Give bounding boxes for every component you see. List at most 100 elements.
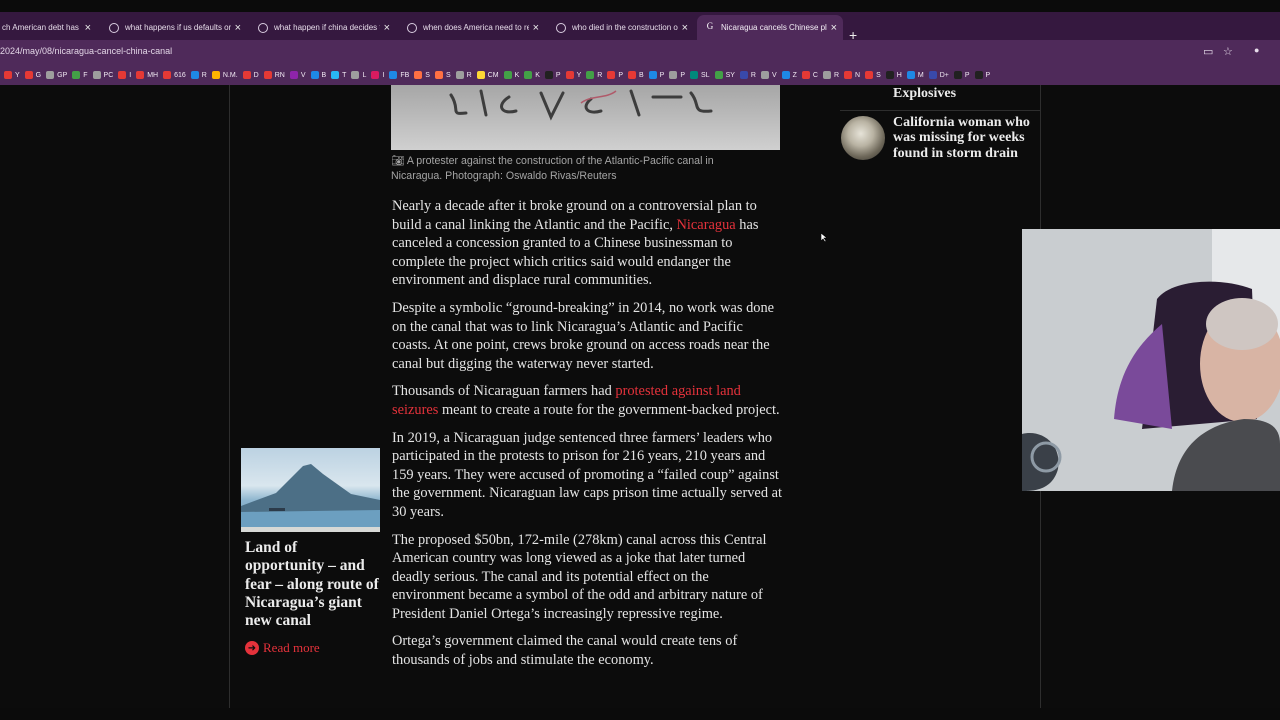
bookmark-favicon-icon <box>953 71 962 79</box>
close-tab-icon[interactable]: × <box>235 22 241 34</box>
bookmark-item[interactable]: M <box>906 71 924 79</box>
bookmark-favicon-icon <box>136 71 145 79</box>
bookmark-item[interactable]: T <box>331 71 346 79</box>
bookmark-item[interactable]: S <box>434 71 451 79</box>
bookmark-favicon-icon <box>190 71 199 79</box>
bookmark-item[interactable]: R <box>455 71 472 79</box>
bookmark-item[interactable]: F <box>72 71 88 79</box>
close-tab-icon[interactable]: × <box>831 22 837 34</box>
bookmark-item[interactable]: R <box>739 71 756 79</box>
bookmark-favicon-icon <box>627 71 636 79</box>
bookmark-item[interactable]: MH <box>136 71 158 79</box>
bookmark-favicon-icon <box>690 71 698 79</box>
profile-icon[interactable]: ● <box>1254 45 1259 55</box>
bookmark-item[interactable]: B <box>627 71 644 79</box>
bookmark-item[interactable]: RN <box>263 71 285 79</box>
bookmark-item[interactable]: V <box>760 71 777 79</box>
bookmark-item[interactable]: SY <box>714 71 735 79</box>
bookmark-item[interactable]: Z <box>781 71 797 79</box>
bookmark-item[interactable]: P <box>953 71 970 79</box>
bookmark-item[interactable]: P <box>544 71 561 79</box>
bookmark-label: P <box>659 71 665 79</box>
bookmark-item[interactable]: R <box>822 71 839 79</box>
bookmark-item[interactable]: N <box>844 71 860 79</box>
bookmark-item[interactable]: R <box>190 71 207 79</box>
sidebar-story-title[interactable]: Explosives <box>893 86 1040 101</box>
bookmark-item[interactable]: Y <box>565 71 582 79</box>
nicaragua-link[interactable]: Nicaragua <box>677 217 736 233</box>
tab[interactable]: who died in the construction o × <box>548 15 694 40</box>
bookmark-item[interactable]: I <box>118 71 131 79</box>
bookmark-item[interactable]: SL <box>690 71 710 79</box>
tab-title: when does America need to re <box>423 23 529 32</box>
bookmark-item[interactable]: I <box>371 71 384 79</box>
bookmark-favicon-icon <box>163 71 172 79</box>
tab[interactable]: what happens if us defaults on × <box>101 15 247 40</box>
tab[interactable]: what happen if china decides t × <box>250 15 396 40</box>
bookmark-item[interactable]: C <box>801 71 818 79</box>
close-tab-icon[interactable]: × <box>533 22 539 34</box>
bookmark-item[interactable]: V <box>289 71 306 79</box>
bookmark-item[interactable]: P <box>607 71 623 79</box>
bookmark-item[interactable]: GP <box>46 71 67 79</box>
bookmark-item[interactable]: K <box>503 71 519 79</box>
bookmark-item[interactable]: P <box>669 71 685 79</box>
bookmark-item[interactable]: R <box>586 71 602 79</box>
bookmark-item[interactable]: PC <box>92 71 113 79</box>
bookmark-item[interactable]: K <box>524 71 540 79</box>
sidebar-story[interactable]: California woman who was missing for wee… <box>840 110 1040 167</box>
bookmark-favicon-icon <box>865 71 874 79</box>
cast-icon[interactable]: ▭ <box>1203 45 1213 58</box>
sidebar-story-title[interactable]: California woman who was missing for wee… <box>893 115 1033 161</box>
bookmark-item[interactable]: P <box>974 71 990 79</box>
bookmark-favicon-icon <box>669 71 678 79</box>
bookmark-item[interactable]: L <box>351 71 366 79</box>
bookmark-label: Y <box>576 71 582 79</box>
tab-active[interactable]: G Nicaragua cancels Chinese plan × <box>697 15 843 40</box>
promo-title[interactable]: Land of opportunity – and fear – along r… <box>245 539 380 630</box>
close-tab-icon[interactable]: × <box>384 22 390 34</box>
bookmark-item[interactable]: CM <box>476 71 499 79</box>
bookmark-item[interactable]: D+ <box>928 71 949 79</box>
bookmark-favicon-icon <box>544 71 553 79</box>
bookmark-favicon-icon <box>242 71 251 79</box>
bookmark-star-icon[interactable]: ☆ <box>1223 45 1233 58</box>
paragraph: Despite a symbolic “ground-breaking” in … <box>392 299 775 372</box>
bookmark-item[interactable]: G <box>24 71 42 79</box>
bookmark-favicon-icon <box>607 71 616 79</box>
paragraph: The proposed $50bn, 172-mile (278km) can… <box>392 531 767 622</box>
bookmark-label: G <box>35 71 42 79</box>
bookmark-favicon-icon <box>503 71 512 79</box>
bookmark-item[interactable]: S <box>865 71 881 79</box>
bookmark-label: GP <box>57 71 68 79</box>
sidebar-story-prev[interactable]: Explosives <box>840 86 1040 101</box>
related-article-promo[interactable]: Land of opportunity – and fear – along r… <box>241 448 380 658</box>
tab[interactable]: when does America need to re × <box>399 15 545 40</box>
bookmark-label: L <box>362 71 367 79</box>
address-bar[interactable]: 2024/may/08/nicaragua-cancel-china-canal… <box>0 40 1280 65</box>
paragraph: Ortega’s government claimed the canal wo… <box>392 633 738 669</box>
bookmark-item[interactable]: B <box>310 71 326 79</box>
bookmark-label: I <box>129 71 132 79</box>
bookmark-item[interactable]: P <box>648 71 665 79</box>
bookmark-label: MH <box>147 71 159 79</box>
bookmark-item[interactable]: S <box>414 71 430 79</box>
read-more-link[interactable]: ➜ Read more <box>245 640 380 656</box>
close-tab-icon[interactable]: × <box>85 22 91 34</box>
tab[interactable]: ch American debt has × <box>0 15 97 40</box>
bookmark-item[interactable]: FB <box>389 71 409 79</box>
close-tab-icon[interactable]: × <box>682 22 688 34</box>
bookmark-item[interactable]: H <box>885 71 902 79</box>
bookmark-item[interactable]: N.M. <box>211 71 238 79</box>
url-text[interactable]: 2024/may/08/nicaragua-cancel-china-canal <box>0 46 172 56</box>
mouse-cursor-icon <box>821 233 827 242</box>
bookmark-label: SL <box>701 71 710 79</box>
bookmark-item[interactable]: Y <box>4 71 20 79</box>
bookmark-item[interactable]: 616 <box>163 71 186 79</box>
bookmark-label: K <box>535 71 540 79</box>
window-top-strip <box>0 0 1280 12</box>
bookmark-item[interactable]: D <box>242 71 259 79</box>
paragraph-text: Thousands of Nicaraguan farmers had <box>392 383 616 400</box>
bookmark-favicon-icon <box>389 71 398 79</box>
bookmark-favicon-icon <box>371 71 380 79</box>
